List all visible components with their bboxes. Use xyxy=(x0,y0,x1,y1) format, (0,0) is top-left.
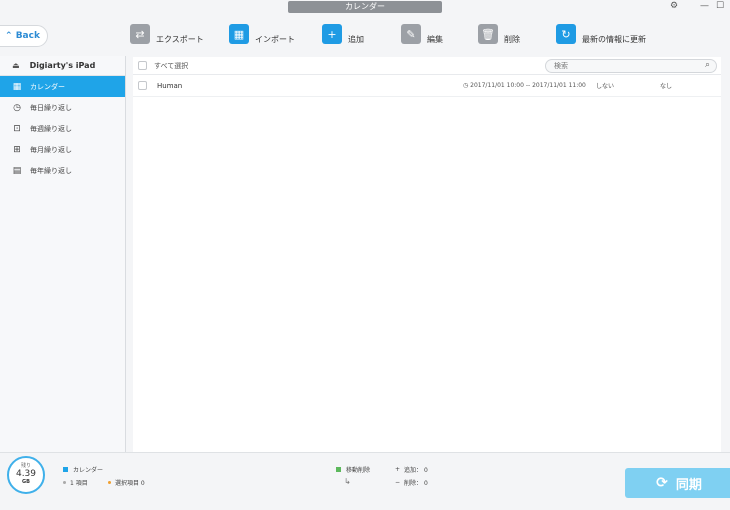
refresh-icon: ↻ xyxy=(556,24,576,44)
storage-value: 4.39 xyxy=(15,469,37,479)
table-row[interactable]: Human ◷ 2017/11/01 10:00 -- 2017/11/01 1… xyxy=(133,75,721,97)
plus-icon: + xyxy=(395,466,401,473)
search-box[interactable]: 検索 ⌕ xyxy=(545,59,717,73)
pending-swatch xyxy=(336,467,341,472)
import-icon: ▦ xyxy=(229,24,249,44)
edit-button[interactable]: ✎ 編集 xyxy=(401,24,443,44)
event-alert: なし xyxy=(660,83,673,90)
maximize-icon[interactable]: ☐ xyxy=(716,1,724,11)
items-count-legend: 1 項目 xyxy=(63,478,88,487)
storage-label: 残り xyxy=(20,463,31,469)
sidebar-item-calendar[interactable]: ▦ カレンダー xyxy=(0,76,125,97)
category-legend: カレンダー xyxy=(63,465,103,474)
trash-icon: 🗑 xyxy=(478,24,498,44)
refresh-label: 最新の情報に更新 xyxy=(582,34,646,44)
selected-dot xyxy=(108,481,111,484)
minimize-icon[interactable]: — xyxy=(700,1,709,11)
select-all-checkbox[interactable] xyxy=(138,61,147,70)
event-name: Human xyxy=(157,81,183,90)
sync-label: 同期 xyxy=(675,477,702,493)
add-count: + 追加： 0 xyxy=(395,465,428,474)
pending-delete-label: 移動削除 xyxy=(346,467,371,474)
delete-button[interactable]: 🗑 削除 xyxy=(478,24,520,44)
sidebar-item-label: 毎週繰り返し xyxy=(30,124,72,133)
back-button[interactable]: ⌃ Back xyxy=(0,25,48,47)
arrow-corner-icon: ↳ xyxy=(344,477,351,486)
row-checkbox[interactable] xyxy=(138,81,147,90)
storage-unit: GB xyxy=(22,479,30,485)
clock-icon: ◷ xyxy=(13,102,21,113)
search-input[interactable]: 検索 xyxy=(554,61,568,71)
add-count-text: 追加： 0 xyxy=(404,467,428,474)
add-icon: + xyxy=(322,24,342,44)
select-all-label[interactable]: すべて選択 xyxy=(154,61,188,71)
delete-label: 削除 xyxy=(504,34,520,44)
window-title: カレンダー xyxy=(288,1,442,13)
calendar-year-icon: ▤ xyxy=(12,165,22,176)
export-button[interactable]: ⇄ エクスポート xyxy=(130,24,204,44)
eject-icon[interactable]: ⏏ xyxy=(12,61,20,70)
category-label: カレンダー xyxy=(73,467,104,474)
device-name: Digiarty's iPad xyxy=(29,61,96,70)
search-icon[interactable]: ⌕ xyxy=(705,60,710,70)
calendar-7-icon: ⊡ xyxy=(13,123,21,134)
footer: 残り 4.39 GB カレンダー 1 項目 選択項目 0 移動削除 ↳ + 追加… xyxy=(0,452,730,510)
settings-icon[interactable]: ⚙ xyxy=(670,1,678,11)
add-label: 追加 xyxy=(348,34,364,44)
minus-icon: − xyxy=(395,479,401,486)
sidebar-item-label: 毎年繰り返し xyxy=(30,166,72,175)
sidebar-item-label: 毎月繰り返し xyxy=(30,145,72,154)
items-count: 1 項目 xyxy=(70,480,88,487)
storage-gauge: 残り 4.39 GB xyxy=(7,456,45,494)
sidebar-item-label: カレンダー xyxy=(30,82,65,91)
calendar-31-icon: ⊞ xyxy=(13,144,21,155)
edit-icon: ✎ xyxy=(401,24,421,44)
sidebar-item-monthly[interactable]: ⊞ 毎月繰り返し xyxy=(0,139,125,160)
sidebar-item-yearly[interactable]: ▤ 毎年繰り返し xyxy=(0,160,125,181)
sidebar-item-daily[interactable]: ◷ 毎日繰り返し xyxy=(0,97,125,118)
export-label: エクスポート xyxy=(156,34,204,44)
delete-count: − 削除： 0 xyxy=(395,478,428,487)
items-dot xyxy=(63,481,66,484)
chevron-up-icon: ⌃ xyxy=(5,31,13,41)
delete-count-text: 削除： 0 xyxy=(404,480,428,487)
import-button[interactable]: ▦ インポート xyxy=(229,24,295,44)
selected-items: 選択項目 0 xyxy=(115,480,145,487)
device-header[interactable]: ⏏ Digiarty's iPad xyxy=(0,56,125,76)
toolbar: ⌃ Back ⇄ エクスポート ▦ インポート + 追加 ✎ 編集 🗑 削除 ↻… xyxy=(0,14,730,56)
sync-icon: ⟳ xyxy=(656,475,668,491)
edit-label: 編集 xyxy=(427,34,443,44)
category-swatch xyxy=(63,467,68,472)
title-bar: カレンダー ⚙ — ☐ xyxy=(0,0,730,14)
back-label: Back xyxy=(15,31,40,41)
event-time: ◷ 2017/11/01 10:00 -- 2017/11/01 11:00 xyxy=(463,82,586,89)
calendar-icon: ▦ xyxy=(12,81,22,92)
event-list-panel: すべて選択 検索 ⌕ Human ◷ 2017/11/01 10:00 -- 2… xyxy=(133,57,721,452)
event-repeat: しない xyxy=(596,83,615,90)
pending-delete-legend: 移動削除 xyxy=(336,465,370,474)
event-time-text: 2017/11/01 10:00 -- 2017/11/01 11:00 xyxy=(470,82,586,89)
export-icon: ⇄ xyxy=(130,24,150,44)
selected-legend: 選択項目 0 xyxy=(108,478,145,487)
refresh-button[interactable]: ↻ 最新の情報に更新 xyxy=(556,24,646,44)
list-header: すべて選択 検索 ⌕ xyxy=(133,57,721,75)
sidebar: ⏏ Digiarty's iPad ▦ カレンダー ◷ 毎日繰り返し ⊡ 毎週繰… xyxy=(0,56,126,452)
sidebar-item-weekly[interactable]: ⊡ 毎週繰り返し xyxy=(0,118,125,139)
add-button[interactable]: + 追加 xyxy=(322,24,364,44)
import-label: インポート xyxy=(255,34,295,44)
sync-button[interactable]: ⟳ 同期 xyxy=(625,468,730,498)
sidebar-item-label: 毎日繰り返し xyxy=(30,103,72,112)
